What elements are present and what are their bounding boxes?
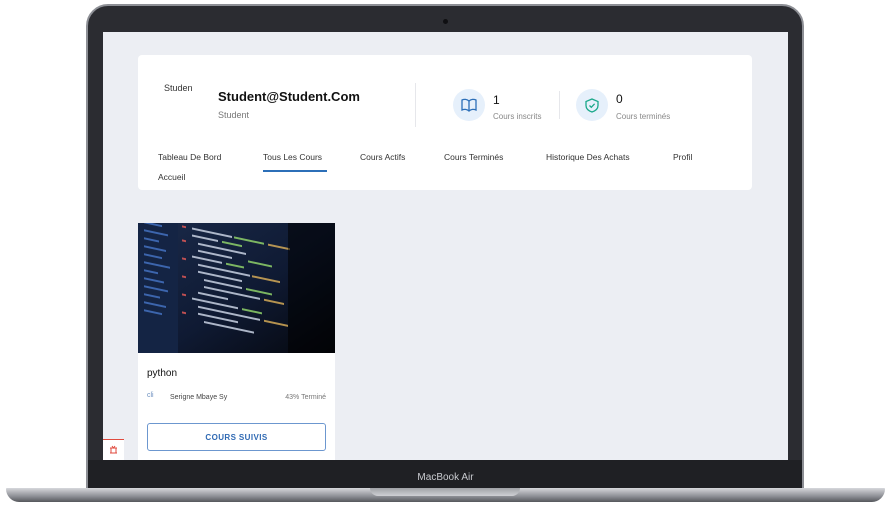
profile-card: Studen Student@Student.Com Student 1 Cou…	[138, 55, 752, 190]
course-card[interactable]: python cli Serigne Mbaye Sy 43% Terminé …	[138, 223, 335, 460]
course-thumbnail[interactable]	[138, 223, 335, 353]
completed-label: Cours terminés	[616, 112, 671, 121]
tab-dashboard[interactable]: Tableau De Bord	[158, 152, 221, 162]
completed-count: 0	[616, 92, 623, 106]
author-avatar: cli	[147, 392, 154, 399]
book-icon	[453, 89, 485, 121]
laptop-notch	[370, 488, 520, 496]
tab-completed-courses[interactable]: Cours Terminés	[444, 152, 503, 162]
follow-course-button[interactable]: COURS SUIVIS	[147, 423, 326, 451]
author-name: Serigne Mbaye Sy	[170, 394, 228, 401]
enrolled-count: 1	[493, 93, 500, 107]
device-label: MacBook Air	[417, 472, 474, 483]
shield-check-icon	[576, 89, 608, 121]
screen: Studen Student@Student.Com Student 1 Cou…	[103, 32, 788, 460]
avatar: Studen	[164, 83, 193, 93]
active-tab-indicator	[263, 170, 327, 172]
tab-active-courses[interactable]: Cours Actifs	[360, 152, 405, 162]
tab-home[interactable]: Accueil	[158, 172, 185, 182]
webcam	[443, 19, 448, 24]
chat-widget[interactable]	[103, 439, 124, 460]
tab-profile[interactable]: Profil	[673, 152, 692, 162]
progress-text: 43% Terminé	[285, 394, 326, 401]
user-name: Student@Student.Com	[218, 89, 360, 104]
user-role: Student	[218, 110, 250, 120]
tab-purchase-history[interactable]: Historique Des Achats	[546, 152, 630, 162]
divider	[415, 83, 416, 127]
divider	[559, 91, 560, 119]
tab-all-courses[interactable]: Tous Les Cours	[263, 152, 322, 162]
course-title[interactable]: python	[147, 368, 177, 379]
enrolled-label: Cours inscrits	[493, 112, 542, 121]
